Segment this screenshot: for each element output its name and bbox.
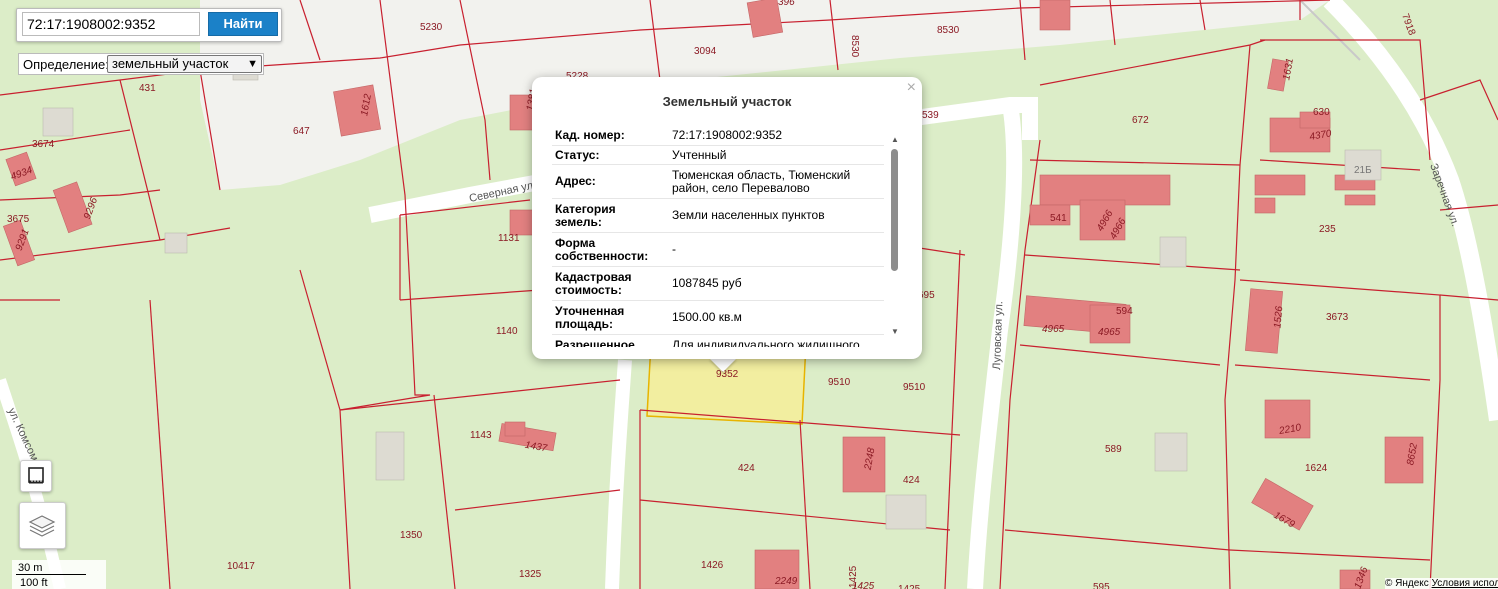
search-panel: 72:17:1908002:9352 Найти: [16, 8, 282, 42]
terms-link[interactable]: Условия использования: [1432, 578, 1498, 589]
chevron-down-icon: ▼: [247, 58, 258, 70]
definition-select[interactable]: земельный участок ▼: [107, 55, 262, 73]
svg-text:589: 589: [1105, 444, 1122, 455]
svg-text:4965: 4965: [1098, 327, 1121, 338]
svg-text:8530: 8530: [937, 25, 960, 36]
definition-panel: Определение: земельный участок ▼: [18, 53, 264, 75]
popup-tail: [709, 358, 737, 372]
layers-icon: [28, 515, 56, 537]
svg-text:1350: 1350: [400, 530, 423, 541]
svg-text:3673: 3673: [1326, 312, 1349, 323]
svg-text:10417: 10417: [227, 561, 255, 572]
svg-text:672: 672: [1132, 115, 1149, 126]
property-row: Кадастровая стоимость: 1087845 руб: [552, 267, 884, 301]
svg-text:4965: 4965: [1042, 324, 1065, 335]
scale-line: [16, 574, 86, 575]
layers-button[interactable]: [19, 502, 66, 549]
scale-bar: 30 m 100 ft: [12, 560, 106, 589]
svg-text:235: 235: [1319, 224, 1336, 235]
popup-properties: Кад. номер: 72:17:1908002:9352 Статус: У…: [552, 125, 884, 347]
property-row: Разрешенное Для индивидуального жилищног…: [555, 337, 860, 347]
svg-text:1143: 1143: [470, 430, 492, 441]
scale-imperial: 100 ft: [20, 577, 48, 589]
svg-text:424: 424: [738, 463, 755, 474]
definition-selected-value: земельный участок: [112, 56, 229, 71]
scroll-up-icon[interactable]: ▲: [889, 135, 901, 144]
svg-text:1131: 1131: [498, 233, 520, 244]
svg-text:431: 431: [139, 83, 156, 94]
property-row: Кад. номер: 72:17:1908002:9352: [552, 125, 884, 146]
popup-title: Земельный участок: [662, 94, 792, 109]
svg-text:5230: 5230: [420, 22, 443, 33]
popup-scrollbar[interactable]: ▲ ▼: [889, 135, 901, 338]
svg-text:8530: 8530: [849, 35, 860, 58]
svg-text:9510: 9510: [903, 382, 926, 393]
svg-text:424: 424: [903, 475, 920, 486]
street-label-lugovaya: Луговская ул.: [991, 301, 1005, 370]
property-row: Уточненная площадь: 1500.00 кв.м: [552, 301, 884, 335]
property-row: Форма собственности: -: [552, 233, 884, 267]
svg-text:1425: 1425: [898, 584, 921, 589]
svg-text:1526: 1526: [1272, 305, 1285, 329]
ruler-button[interactable]: [20, 460, 52, 492]
svg-text:1325: 1325: [519, 569, 542, 580]
find-button[interactable]: Найти: [208, 12, 278, 36]
svg-text:21Б: 21Б: [1354, 165, 1372, 176]
svg-text:2249: 2249: [774, 576, 798, 587]
svg-text:1624: 1624: [1305, 463, 1328, 474]
svg-text:1425: 1425: [852, 581, 875, 589]
ruler-icon: [28, 467, 44, 484]
map-copyright: © Яндекс Условия использования: [1385, 578, 1498, 589]
definition-label: Определение:: [23, 57, 109, 72]
svg-text:1140: 1140: [496, 326, 518, 337]
svg-text:3675: 3675: [7, 214, 30, 225]
cadastral-search-input[interactable]: 72:17:1908002:9352: [22, 12, 200, 36]
svg-text:1426: 1426: [701, 560, 724, 571]
parcel-info-popup: × Земельный участок Кад. номер: 72:17:19…: [532, 77, 922, 359]
svg-text:3094: 3094: [694, 46, 717, 57]
svg-text:630: 630: [1313, 107, 1330, 118]
property-row: Категория земель: Земли населенных пункт…: [552, 199, 884, 233]
svg-text:9510: 9510: [828, 377, 851, 388]
svg-text:3674: 3674: [32, 139, 55, 150]
property-row: Адрес: Тюменская область, Тюменский райо…: [552, 165, 884, 199]
svg-text:396: 396: [778, 0, 795, 8]
svg-text:595: 595: [1093, 582, 1110, 589]
svg-text:541: 541: [1050, 213, 1067, 224]
property-row: Статус: Учтенный: [552, 146, 884, 165]
scale-metric: 30 m: [18, 562, 43, 574]
svg-text:647: 647: [293, 126, 310, 137]
copyright-text: © Яндекс: [1385, 578, 1429, 589]
scroll-down-icon[interactable]: ▼: [889, 327, 901, 336]
svg-text:539: 539: [922, 110, 939, 121]
svg-text:594: 594: [1116, 306, 1133, 317]
scroll-thumb[interactable]: [891, 149, 898, 271]
